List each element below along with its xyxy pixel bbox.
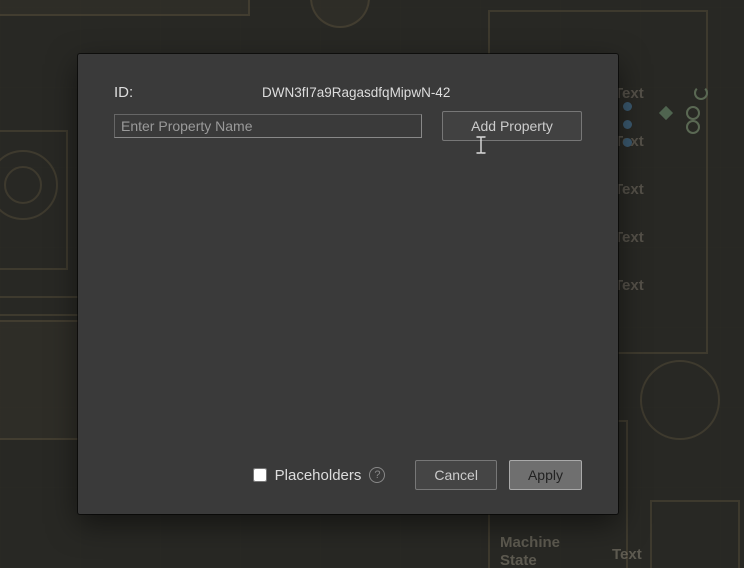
property-list-area bbox=[114, 155, 582, 460]
apply-button[interactable]: Apply bbox=[509, 460, 582, 490]
placeholders-checkbox[interactable] bbox=[253, 468, 267, 482]
add-property-button[interactable]: Add Property bbox=[442, 111, 582, 141]
id-label: ID: bbox=[114, 84, 254, 101]
cancel-button[interactable]: Cancel bbox=[415, 460, 497, 490]
add-property-row: Add Property bbox=[114, 111, 582, 141]
placeholders-label: Placeholders bbox=[275, 467, 362, 484]
property-dialog: ID: DWN3fI7a9RagasdfqMipwN-42 Add Proper… bbox=[78, 54, 618, 514]
id-value: DWN3fI7a9RagasdfqMipwN-42 bbox=[262, 85, 582, 100]
dialog-footer: Placeholders ? Cancel Apply bbox=[114, 460, 582, 490]
placeholders-toggle: Placeholders ? bbox=[253, 467, 386, 484]
property-name-input[interactable] bbox=[114, 114, 422, 138]
help-icon[interactable]: ? bbox=[369, 467, 385, 483]
id-row: ID: DWN3fI7a9RagasdfqMipwN-42 bbox=[114, 84, 582, 101]
